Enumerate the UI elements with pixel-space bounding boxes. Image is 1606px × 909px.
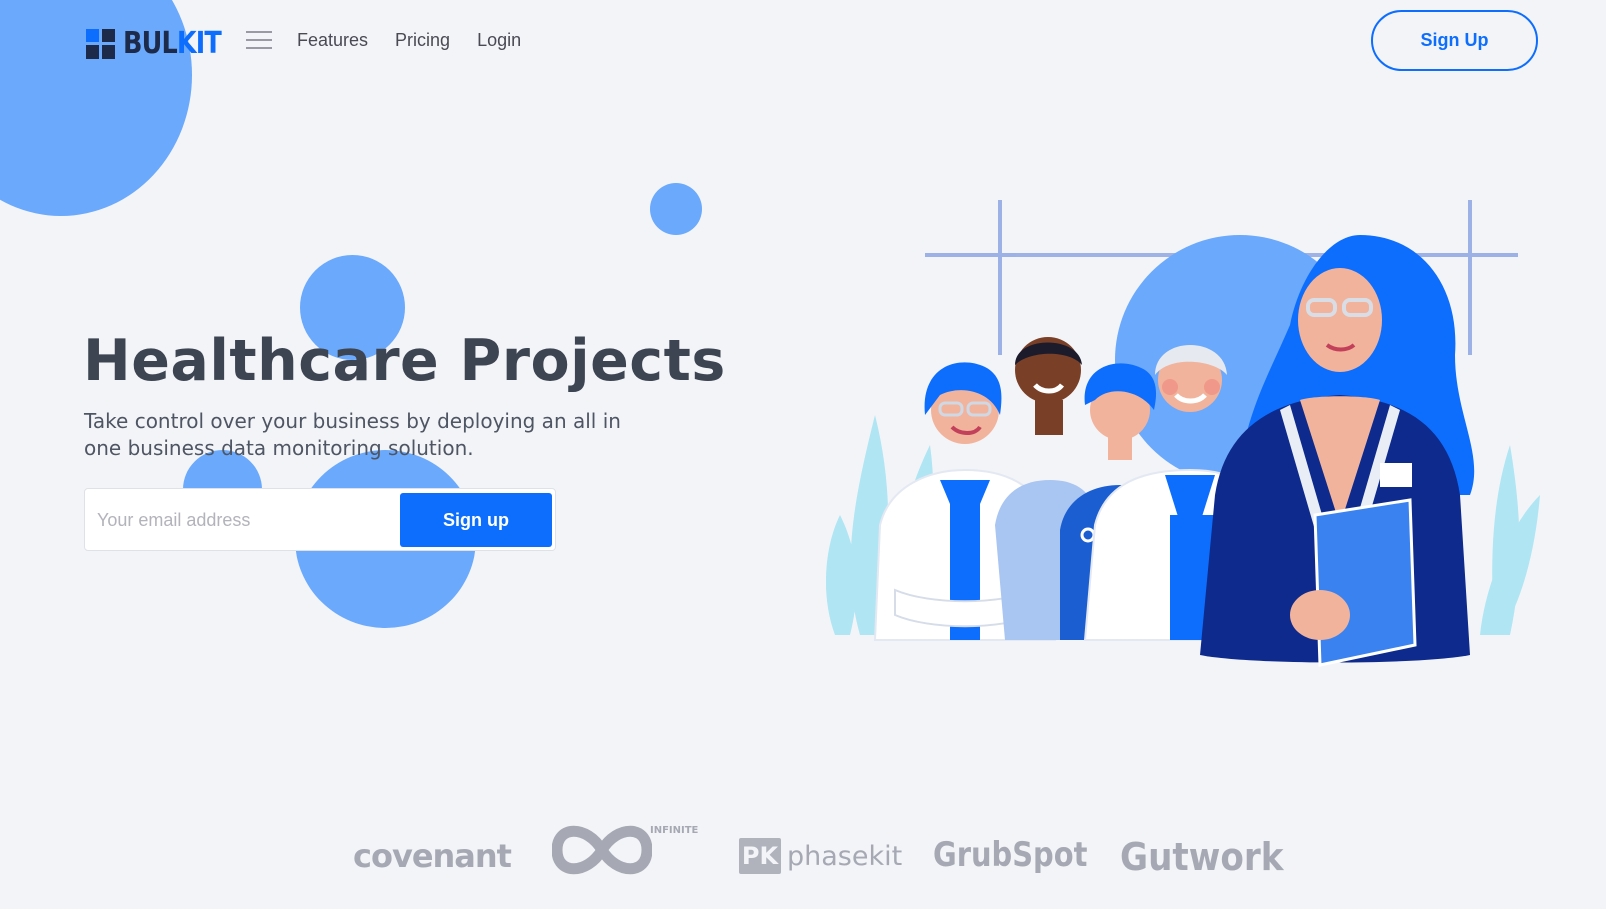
top-navbar: BULKIT Features Pricing Login Sign Up [0, 0, 1606, 80]
logo-infinite: INFINITE [551, 820, 698, 885]
signup-form: Sign up [84, 488, 556, 551]
decorative-circle-small [650, 183, 702, 235]
nav-link-pricing[interactable]: Pricing [395, 30, 450, 51]
phasekit-mark-icon: PK [739, 838, 781, 874]
header-signup-button[interactable]: Sign Up [1371, 10, 1538, 71]
nav-link-login[interactable]: Login [477, 30, 521, 51]
logo-grubspot: GrubSpot [933, 835, 1088, 875]
logo-text: BULKIT [123, 26, 222, 61]
hamburger-menu-icon[interactable] [246, 31, 272, 49]
nav-links: Features Pricing Login [297, 30, 521, 51]
logo-gutwork: Gutwork [1120, 835, 1284, 879]
brand-logo[interactable]: BULKIT [86, 26, 238, 61]
healthcare-team-illustration [825, 200, 1540, 667]
hero-signup-button[interactable]: Sign up [400, 493, 552, 547]
logo-phasekit: PK phasekit [739, 838, 902, 874]
hero-subtitle: Take control over your business by deplo… [84, 409, 621, 460]
email-input[interactable] [97, 499, 397, 541]
nav-link-features[interactable]: Features [297, 30, 368, 51]
hero-title: Healthcare Projects [83, 328, 726, 394]
infinity-icon [551, 825, 653, 875]
logo-infinite-label: INFINITE [650, 825, 699, 836]
partner-logos: covenant INFINITE PK phasekit GrubSpot G… [340, 820, 1284, 890]
logo-phasekit-text: phasekit [787, 840, 903, 872]
logo-covenant: covenant [353, 837, 512, 875]
bulkit-logo-icon [86, 28, 115, 59]
